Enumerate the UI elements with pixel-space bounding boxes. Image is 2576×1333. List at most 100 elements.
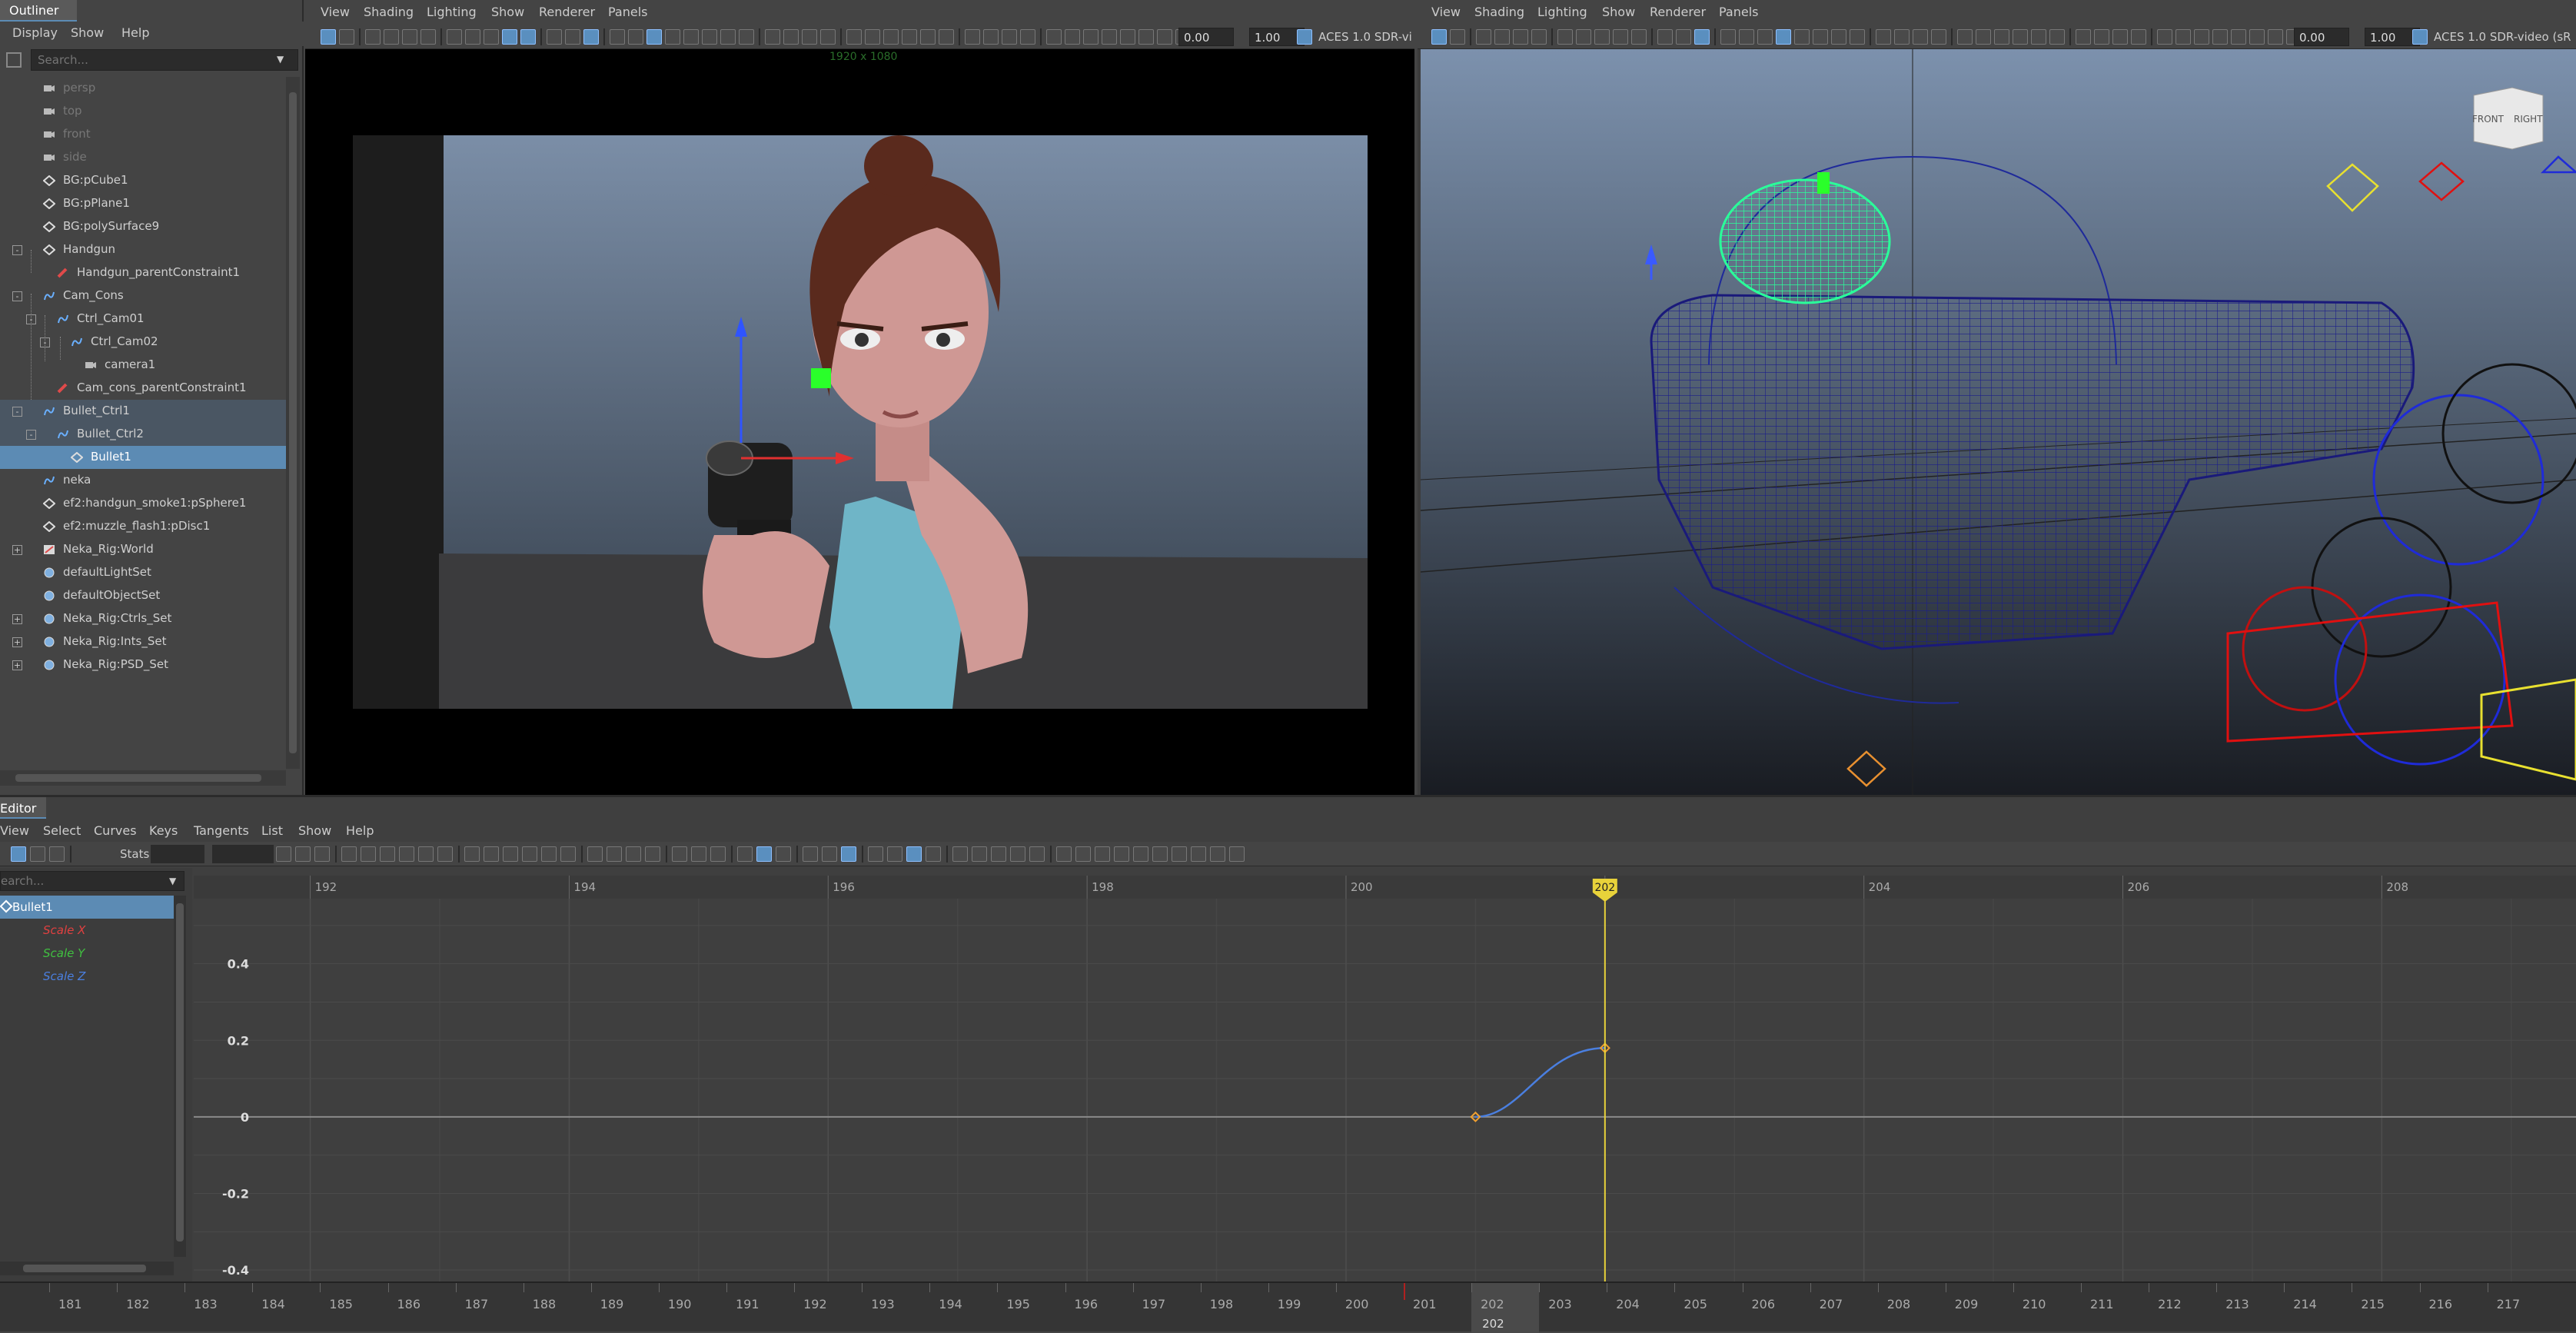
outliner-item[interactable]: - Ctrl_Cam01 (0, 307, 286, 331)
channel-scale-z[interactable]: Scale Z (43, 969, 85, 983)
toolbar-tool-icon[interactable] (646, 29, 662, 45)
toolbar-tool-icon[interactable] (1720, 29, 1736, 45)
toolbar-tool-icon[interactable] (1657, 29, 1673, 45)
expand-toggle-icon[interactable]: - (12, 407, 22, 417)
toolbar-tool-icon[interactable] (1739, 29, 1754, 45)
toolbar-tool-icon[interactable] (1056, 846, 1072, 862)
outliner-item[interactable]: Bullet1 (0, 446, 286, 469)
outliner-item[interactable]: Cam_cons_parentConstraint1 (0, 377, 286, 400)
outliner-item[interactable]: - Bullet_Ctrl1 (0, 400, 286, 423)
outliner-menu-show[interactable]: Show (71, 25, 104, 40)
toolbar-tool-icon[interactable] (1172, 846, 1187, 862)
outliner-item[interactable]: - Bullet_Ctrl2 (0, 423, 286, 446)
outliner-item[interactable]: Handgun_parentConstraint1 (0, 261, 286, 284)
toolbar-tool-icon[interactable] (803, 846, 818, 862)
toolbar-tool-icon[interactable] (1083, 29, 1099, 45)
toolbar-tool-icon[interactable] (906, 846, 922, 862)
toolbar-tool-icon[interactable] (420, 29, 436, 45)
vpl-menu-renderer[interactable]: Renderer (539, 5, 595, 19)
ge-menu-show[interactable]: Show (298, 823, 331, 838)
stats-field-1[interactable] (151, 845, 204, 863)
search-dropdown-icon[interactable]: ▼ (277, 54, 284, 65)
toolbar-tool-icon[interactable] (672, 846, 687, 862)
expand-toggle-icon[interactable]: - (26, 430, 36, 440)
toolbar-tool-icon[interactable] (1114, 846, 1129, 862)
outliner-menu-display[interactable]: Display (12, 25, 58, 40)
toolbar-tool-icon[interactable] (1010, 846, 1025, 862)
toolbar-tool-icon[interactable] (1831, 29, 1846, 45)
filter-icon[interactable] (5, 51, 26, 69)
toolbar-tool-icon[interactable] (691, 846, 706, 862)
ge-menu-view[interactable]: View (0, 823, 29, 838)
toolbar-tool-icon[interactable] (1210, 846, 1225, 862)
toolbar-tool-icon[interactable] (665, 29, 680, 45)
outliner-item[interactable]: ef2:handgun_smoke1:pSphere1 (0, 492, 286, 515)
toolbar-tool-icon[interactable] (314, 846, 330, 862)
toolbar-tool-icon[interactable] (1095, 846, 1110, 862)
toolbar-tool-icon[interactable] (1191, 846, 1206, 862)
toolbar-tool-icon[interactable] (610, 29, 625, 45)
toolbar-tool-icon[interactable] (365, 29, 381, 45)
viewcube-right-label[interactable]: RIGHT (2514, 114, 2543, 125)
viewport-perspective[interactable]: View Shading Lighting Show Renderer Pane… (1418, 0, 2576, 797)
toolbar-tool-icon[interactable] (1757, 29, 1773, 45)
channel-search-dropdown-icon[interactable]: ▼ (169, 876, 176, 886)
channel-hscroll-thumb[interactable] (23, 1265, 146, 1272)
toolbar-tool-icon[interactable] (321, 29, 336, 45)
toolbar-tool-icon[interactable] (1613, 29, 1628, 45)
toolbar-tool-icon[interactable] (972, 846, 987, 862)
toolbar-tool-icon[interactable] (1976, 29, 1991, 45)
viewport-camera[interactable]: View Shading Lighting Show Renderer Pane… (305, 0, 1414, 797)
toolbar-tool-icon[interactable] (783, 29, 799, 45)
toolbar-tool-icon[interactable] (920, 29, 936, 45)
toolbar-tool-icon[interactable] (1020, 29, 1035, 45)
toolbar-tool-icon[interactable] (1229, 846, 1245, 862)
toolbar-tool-icon[interactable] (607, 846, 622, 862)
toolbar-tool-icon[interactable] (2268, 29, 2283, 45)
toolbar-tool-icon[interactable] (720, 29, 736, 45)
toolbar-tool-icon[interactable] (1894, 29, 1910, 45)
stats-field-2[interactable] (212, 845, 274, 863)
toolbar-tool-icon[interactable] (926, 846, 941, 862)
toolbar-tool-icon[interactable] (820, 29, 836, 45)
ge-menu-help[interactable]: Help (346, 823, 374, 838)
toolbar-tool-icon[interactable] (361, 846, 376, 862)
vpl-colorspace-label[interactable]: ACES 1.0 SDR-vi (1318, 30, 1412, 44)
outliner-item[interactable]: neka (0, 469, 286, 492)
vpr-menu-lighting[interactable]: Lighting (1537, 5, 1587, 19)
toolbar-tool-icon[interactable] (502, 29, 517, 45)
vpr-menu-shading[interactable]: Shading (1474, 5, 1524, 19)
toolbar-tool-icon[interactable] (983, 29, 999, 45)
vpl-menu-shading[interactable]: Shading (364, 5, 414, 19)
toolbar-tool-icon[interactable] (645, 846, 660, 862)
vpr-menu-panels[interactable]: Panels (1719, 5, 1759, 19)
toolbar-tool-icon[interactable] (1850, 29, 1865, 45)
toolbar-tool-icon[interactable] (965, 29, 980, 45)
outliner-item[interactable]: front (0, 123, 286, 146)
toolbar-tool-icon[interactable] (11, 846, 26, 862)
outliner-item[interactable]: + Neka_Rig:PSD_Set (0, 653, 286, 676)
toolbar-tool-icon[interactable] (1476, 29, 1491, 45)
toolbar-tool-icon[interactable] (991, 846, 1006, 862)
channel-vscroll-thumb[interactable] (176, 903, 184, 1242)
toolbar-tool-icon[interactable] (1913, 29, 1928, 45)
toolbar-tool-icon[interactable] (1876, 29, 1891, 45)
toolbar-tool-icon[interactable] (1120, 29, 1135, 45)
toolbar-tool-icon[interactable] (1957, 29, 1973, 45)
vpl-exposure-field[interactable]: 0.00 (1178, 28, 1234, 46)
toolbar-tool-icon[interactable] (2212, 29, 2228, 45)
toolbar-tool-icon[interactable] (628, 29, 643, 45)
outliner-hscrollbar[interactable] (0, 770, 286, 786)
expand-toggle-icon[interactable]: + (12, 660, 22, 670)
outliner-item[interactable]: camera1 (0, 354, 286, 377)
toolbar-tool-icon[interactable] (30, 846, 45, 862)
toolbar-tool-icon[interactable] (1152, 846, 1168, 862)
ge-menu-select[interactable]: Select (43, 823, 81, 838)
vpr-colorspace-icon[interactable] (2412, 29, 2428, 45)
toolbar-tool-icon[interactable] (587, 846, 603, 862)
ge-menu-keys[interactable]: Keys (149, 823, 178, 838)
ge-menu-tangents[interactable]: Tangents (194, 823, 249, 838)
toolbar-tool-icon[interactable] (1102, 29, 1117, 45)
vpr-colorspace-label[interactable]: ACES 1.0 SDR-video (sR (2434, 30, 2571, 44)
ge-menu-list[interactable]: List (261, 823, 283, 838)
